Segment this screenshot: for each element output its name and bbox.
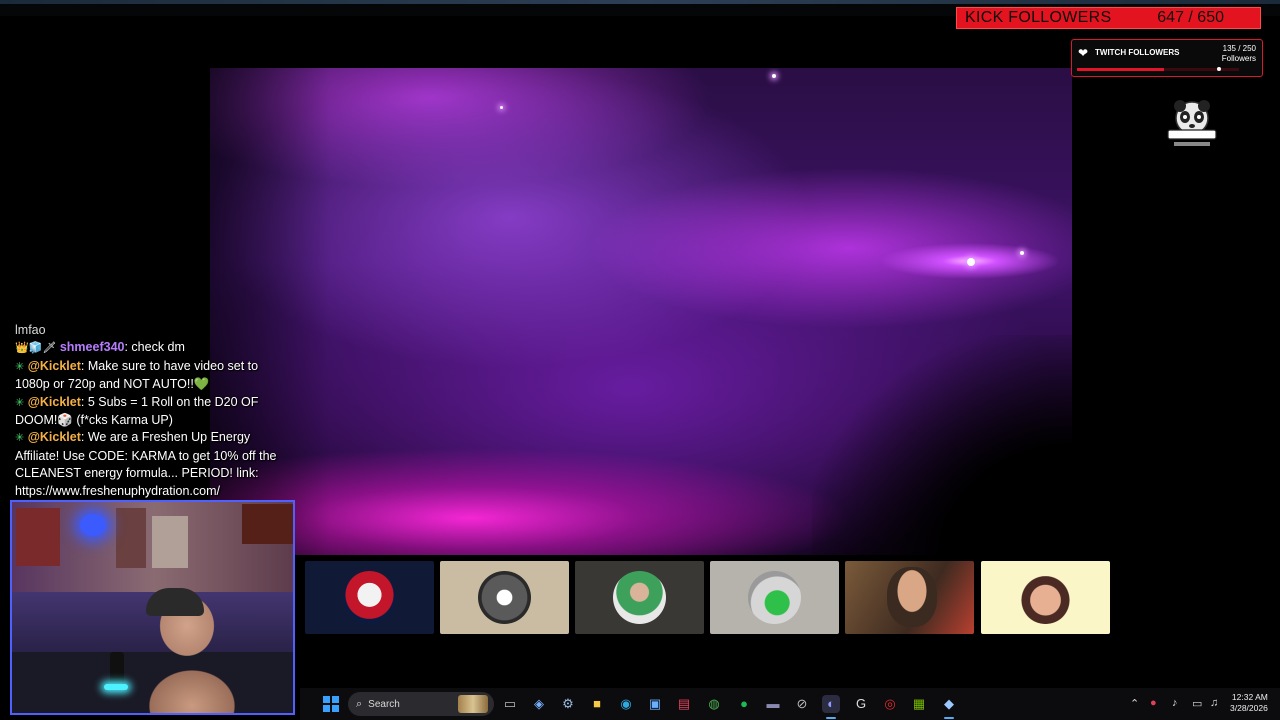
chat-username: shmeef340 bbox=[59, 340, 125, 355]
kick-followers-label: KICK FOLLOWERS bbox=[965, 9, 1112, 26]
twitch-followers-count-block: 135 / 250 Followers bbox=[1222, 44, 1256, 64]
game-capture bbox=[210, 68, 1072, 555]
participant-avatar bbox=[478, 571, 531, 624]
cam-mic-light bbox=[104, 684, 128, 690]
gamer-icon[interactable]: G bbox=[852, 695, 870, 713]
search-icon: ⌕ bbox=[356, 697, 363, 710]
cam-poster bbox=[116, 508, 146, 568]
edge-icon[interactable]: ◉ bbox=[617, 695, 635, 713]
chat-message-text: lmfao bbox=[15, 323, 46, 337]
chevron-up-icon[interactable]: ⌃ bbox=[1130, 697, 1139, 710]
cam-poster bbox=[152, 516, 188, 568]
chat-message-text: : check dm bbox=[124, 340, 185, 355]
participant-avatar bbox=[343, 571, 396, 624]
panda-logo-icon bbox=[1166, 98, 1218, 150]
nvidia-icon[interactable]: ▦ bbox=[910, 695, 928, 713]
participant-avatar bbox=[1019, 571, 1072, 624]
participant-tile[interactable] bbox=[305, 561, 434, 634]
cam-poster bbox=[242, 504, 293, 544]
copilot-icon[interactable]: ◈ bbox=[530, 695, 548, 713]
tool-icon[interactable]: ⊘ bbox=[793, 695, 811, 713]
twitch-followers-label: TWITCH FOLLOWERS bbox=[1095, 48, 1180, 57]
participant-tile[interactable] bbox=[981, 561, 1110, 634]
facecam bbox=[10, 500, 295, 715]
chat-message: ✳ @Kicklet: We are a Freshen Up Energy A… bbox=[15, 429, 293, 500]
twitch-followers-goal: ❤ TWITCH FOLLOWERS 135 / 250 Followers bbox=[1071, 39, 1263, 77]
chat-badges: ✳ bbox=[15, 432, 25, 445]
chat-message: ✳ @Kicklet: Make sure to have video set … bbox=[15, 358, 293, 394]
chat-overlay: lmfao 👑🧊🗡 shmeef340: check dm ✳ @Kicklet… bbox=[15, 322, 293, 500]
search-placeholder: Search bbox=[368, 698, 400, 710]
red-app-icon[interactable]: ◎ bbox=[881, 695, 899, 713]
cam-poster bbox=[16, 508, 60, 566]
cam-streamer-cap bbox=[146, 588, 204, 616]
clock-time: 12:32 AM bbox=[1231, 692, 1268, 702]
chat-badges: ✳ bbox=[15, 360, 25, 373]
red-tool-icon[interactable]: ▤ bbox=[675, 695, 693, 713]
search-highlight-image bbox=[458, 695, 488, 713]
settings-icon[interactable]: ⚙ bbox=[559, 695, 577, 713]
clock-date: 3/28/2026 bbox=[1230, 703, 1268, 713]
participant-tile[interactable] bbox=[710, 561, 839, 634]
twitch-followers-unit: Followers bbox=[1221, 54, 1256, 63]
taskbar-search-box[interactable]: ⌕ Search bbox=[348, 692, 494, 716]
active-app-indicator bbox=[944, 717, 954, 719]
media-icon[interactable]: ▬ bbox=[764, 695, 782, 713]
cam-microphone bbox=[110, 652, 124, 686]
heart-icon: ❤ bbox=[1078, 46, 1089, 60]
chat-badges: 👑🧊🗡 bbox=[15, 342, 57, 355]
light-spark bbox=[1020, 251, 1024, 255]
spotify-icon[interactable]: ● bbox=[735, 695, 753, 713]
chat-message: ✳ @Kicklet: 5 Subs = 1 Roll on the D20 O… bbox=[15, 394, 293, 430]
light-spark bbox=[772, 74, 776, 78]
participant-avatar bbox=[887, 567, 937, 627]
active-app-indicator bbox=[826, 717, 836, 719]
tray-app-icon[interactable]: ● bbox=[1150, 697, 1157, 709]
participant-avatar bbox=[748, 571, 801, 624]
microphone-icon[interactable]: ♪ bbox=[1172, 697, 1178, 709]
chat-message: lmfao bbox=[15, 322, 293, 339]
task-view-icon[interactable]: ▭ bbox=[501, 695, 519, 713]
discord-icon[interactable]: ◐ bbox=[822, 695, 840, 713]
participant-tile[interactable] bbox=[845, 561, 974, 634]
chrome-icon[interactable]: ◍ bbox=[705, 695, 723, 713]
light-spark bbox=[500, 106, 503, 109]
kick-followers-count: 647 / 650 bbox=[1157, 9, 1224, 26]
twitch-followers-progress-fill bbox=[1077, 68, 1165, 71]
steam-icon[interactable]: ◆ bbox=[940, 695, 958, 713]
taskbar-clock[interactable]: 12:32 AM 3/28/2026 bbox=[1230, 692, 1268, 714]
display-icon[interactable]: ▭ bbox=[1192, 697, 1202, 710]
twitch-followers-count: 135 / 250 bbox=[1222, 44, 1256, 53]
volume-icon[interactable]: ♫ bbox=[1210, 697, 1218, 709]
light-spark bbox=[967, 258, 975, 266]
cam-blue-light bbox=[80, 514, 106, 536]
twitch-followers-progress bbox=[1077, 67, 1239, 71]
participant-tile[interactable] bbox=[575, 561, 704, 634]
participant-avatar bbox=[613, 571, 666, 624]
chat-badges: ✳ bbox=[15, 396, 25, 409]
chat-username: @Kicklet bbox=[27, 358, 81, 373]
kick-followers-goal: KICK FOLLOWERS 647 / 650 bbox=[956, 7, 1261, 29]
folder-icon[interactable]: ■ bbox=[588, 695, 606, 713]
participant-tile[interactable] bbox=[440, 561, 569, 634]
chat-username: @Kicklet bbox=[27, 394, 81, 409]
store-icon[interactable]: ▣ bbox=[646, 695, 664, 713]
progress-marker bbox=[1217, 67, 1221, 71]
game-shadow-corner bbox=[812, 335, 1072, 555]
chat-username: @Kicklet bbox=[27, 430, 81, 445]
taskbar: ⌕ Search ▭ ◈ ⚙ ■ ◉ ▣ ▤ ◍ ● ▬ ⊘ ◐ G ◎ ▦ ◆… bbox=[300, 688, 1280, 720]
windows-start-icon[interactable] bbox=[322, 695, 340, 713]
chat-message: 👑🧊🗡 shmeef340: check dm bbox=[15, 339, 293, 357]
